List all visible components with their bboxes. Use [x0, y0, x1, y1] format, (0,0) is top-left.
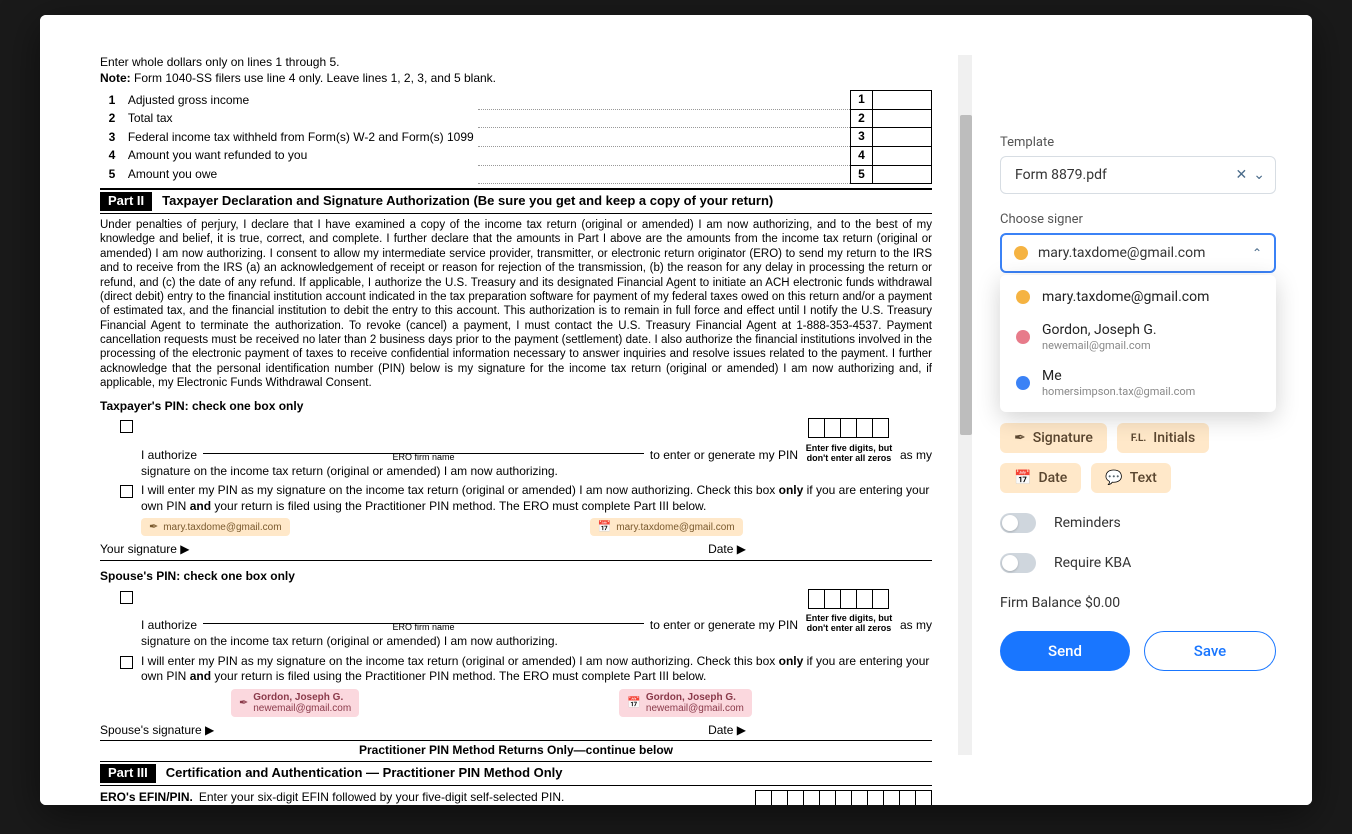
reminders-toggle[interactable]	[1000, 513, 1036, 533]
reminders-label: Reminders	[1054, 515, 1121, 531]
save-button[interactable]: Save	[1144, 631, 1276, 671]
spouse-signature-row: Spouse's signature ▶ Date ▶	[100, 723, 932, 742]
app-window: Enter whole dollars only on lines 1 thro…	[40, 15, 1312, 805]
pin-boxes[interactable]	[809, 418, 889, 438]
initials-icon: F.L.	[1131, 433, 1146, 444]
text-icon: 💬	[1105, 470, 1122, 486]
checkbox[interactable]	[120, 485, 133, 498]
taxpayer-self-pin-row: I will enter my PIN as my signature on t…	[120, 483, 932, 536]
spouse-authorize-row: I authorize ERO firm name to enter or ge…	[120, 589, 932, 650]
pdf-content: Enter whole dollars only on lines 1 thro…	[100, 55, 932, 805]
signer-option[interactable]: Me homersimpson.tax@gmail.com	[1000, 360, 1276, 406]
chevron-down-icon[interactable]: ⌄	[1253, 167, 1265, 183]
note-line: Note: Form 1040-SS filers use line 4 onl…	[100, 71, 932, 87]
calendar-icon: 📅	[598, 521, 612, 533]
scrollbar-track[interactable]	[958, 55, 972, 755]
part2-header: Part II Taxpayer Declaration and Signatu…	[100, 188, 932, 214]
declaration-text: Under penalties of perjury, I declare th…	[100, 218, 932, 391]
signer-option[interactable]: Gordon, Joseph G. newemail@gmail.com	[1000, 314, 1276, 360]
color-dot	[1016, 376, 1030, 390]
text-pill[interactable]: 💬 Text	[1091, 463, 1171, 493]
signature-settings-panel: Template Form 8879.pdf ✕ ⌄ Choose signer…	[972, 15, 1312, 805]
clear-icon[interactable]: ✕	[1236, 167, 1248, 183]
template-select[interactable]: Form 8879.pdf ✕ ⌄	[1000, 156, 1276, 194]
signature-field-tag[interactable]: ✒ Gordon, Joseph G. newemail@gmail.com	[231, 689, 359, 717]
kba-row: Require KBA	[1000, 553, 1276, 573]
reminders-row: Reminders	[1000, 513, 1276, 533]
signer-option[interactable]: mary.taxdome@gmail.com	[1000, 281, 1276, 314]
field-type-pills: ✒ Signature F.L. Initials 📅 Date 💬 Text	[1000, 423, 1276, 493]
signer-dropdown: mary.taxdome@gmail.com Gordon, Joseph G.…	[1000, 275, 1276, 412]
signature-pill[interactable]: ✒ Signature	[1000, 423, 1107, 453]
signer-label: Choose signer	[1000, 212, 1276, 227]
color-dot	[1016, 290, 1030, 304]
date-field-tag[interactable]: 📅 Gordon, Joseph G. newemail@gmail.com	[619, 689, 752, 717]
practitioner-bar: Practitioner PIN Method Returns Only—con…	[100, 741, 932, 762]
calendar-icon: 📅	[627, 697, 641, 709]
date-field-tag[interactable]: 📅 mary.taxdome@gmail.com	[590, 518, 743, 536]
kba-label: Require KBA	[1054, 555, 1131, 571]
color-dot	[1016, 330, 1030, 344]
header-line: Enter whole dollars only on lines 1 thro…	[100, 55, 932, 71]
part3-chip: Part III	[100, 764, 156, 783]
checkbox[interactable]	[120, 420, 133, 433]
ero-efin-row: ERO's EFIN/PIN. Enter your six-digit EFI…	[100, 790, 932, 805]
template-label: Template	[1000, 135, 1276, 150]
signer-selected: mary.taxdome@gmail.com	[1038, 245, 1205, 261]
action-buttons: Send Save	[1000, 631, 1276, 671]
signer-color-dot	[1014, 246, 1028, 260]
part2-chip: Part II	[100, 192, 152, 211]
checkbox[interactable]	[120, 656, 133, 669]
date-pill[interactable]: 📅 Date	[1000, 463, 1081, 493]
signature-icon: ✒	[239, 697, 248, 709]
spouse-pin-heading: Spouse's PIN: check one box only	[100, 569, 932, 585]
document-pane: Enter whole dollars only on lines 1 thro…	[40, 15, 972, 805]
template-value: Form 8879.pdf	[1015, 167, 1107, 183]
signature-icon: ✒	[149, 521, 158, 533]
signature-field-tag[interactable]: ✒ mary.taxdome@gmail.com	[141, 518, 290, 536]
initials-pill[interactable]: F.L. Initials	[1117, 423, 1209, 453]
part3-header: Part III Certification and Authenticatio…	[100, 762, 932, 786]
efin-pin-boxes[interactable]	[756, 790, 932, 805]
income-lines: 1Adjusted gross income1 2Total tax2 3Fed…	[100, 90, 932, 184]
taxpayer-pin-heading: Taxpayer's PIN: check one box only	[100, 399, 932, 415]
spouse-self-pin-row: I will enter my PIN as my signature on t…	[120, 654, 932, 717]
calendar-icon: 📅	[1014, 470, 1031, 486]
checkbox[interactable]	[120, 591, 133, 604]
scrollbar-thumb[interactable]	[960, 115, 972, 435]
your-signature-row: Your signature ▶ Date ▶	[100, 542, 932, 561]
firm-balance: Firm Balance $0.00	[1000, 595, 1276, 611]
chevron-up-icon: ⌃	[1252, 246, 1262, 260]
taxpayer-authorize-row: I authorize ERO firm name to enter or ge…	[120, 418, 932, 479]
pin-boxes[interactable]	[809, 589, 889, 609]
send-button[interactable]: Send	[1000, 631, 1130, 671]
kba-toggle[interactable]	[1000, 553, 1036, 573]
signature-icon: ✒	[1014, 430, 1026, 446]
signer-select[interactable]: mary.taxdome@gmail.com ⌃	[1000, 233, 1276, 273]
